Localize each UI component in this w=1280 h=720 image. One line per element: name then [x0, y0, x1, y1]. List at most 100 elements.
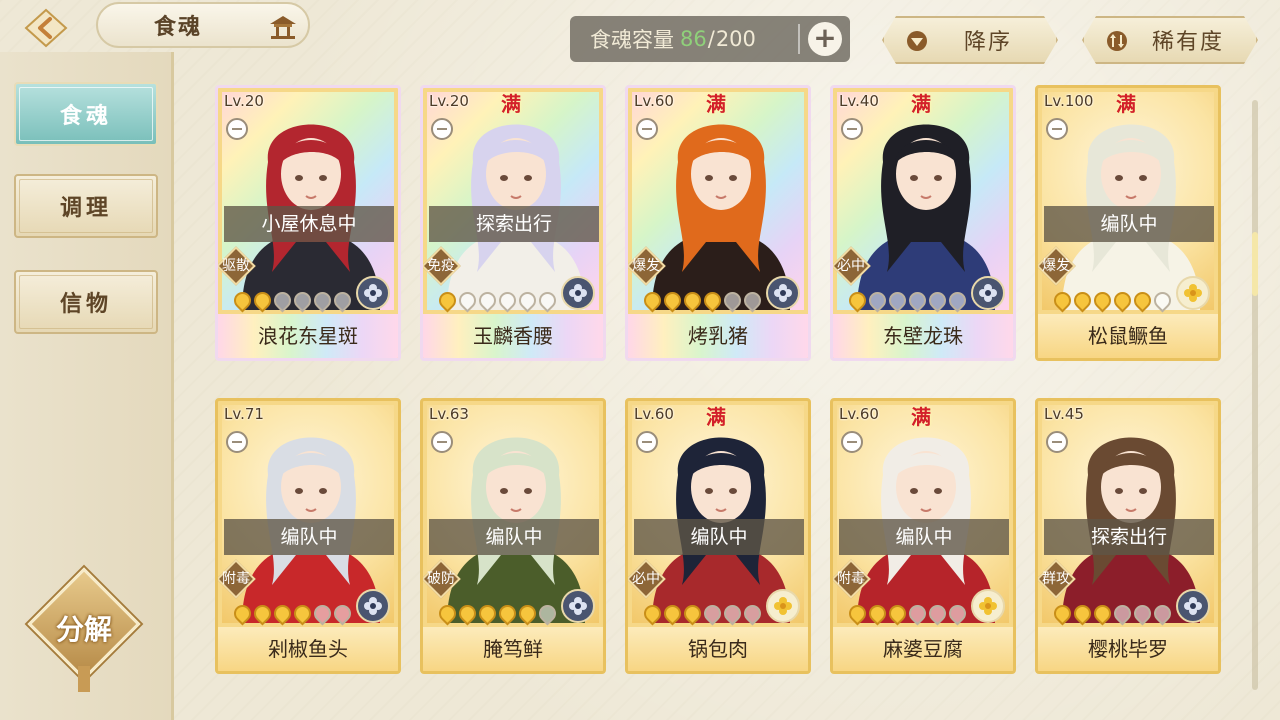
- star-icon: [945, 288, 970, 313]
- food-soul-card[interactable]: Lv.60 满爆发 烤乳猪: [625, 85, 811, 361]
- star-rating: [230, 601, 355, 626]
- scrollbar-track[interactable]: [1252, 100, 1258, 690]
- page-title: 食魂: [154, 14, 203, 40]
- max-badge: 满: [700, 90, 732, 122]
- back-button[interactable]: [18, 6, 74, 50]
- lock-icon[interactable]: [636, 431, 658, 453]
- skill-tag: 破防: [423, 559, 461, 599]
- star-icon: [865, 601, 890, 626]
- food-soul-card[interactable]: Lv.45 探索出行 群攻 樱桃毕罗: [1035, 398, 1221, 674]
- capacity-separator: /: [707, 27, 715, 51]
- level-label: Lv.20: [224, 92, 264, 110]
- food-soul-card[interactable]: Lv.60 满编队中 必中 锅包肉: [625, 398, 811, 674]
- pavilion-icon[interactable]: [268, 14, 298, 40]
- sort-order-label: 降序: [963, 30, 1012, 55]
- lock-icon[interactable]: [226, 118, 248, 140]
- tab-food-souls[interactable]: 食魂: [14, 82, 158, 146]
- food-soul-card[interactable]: Lv.20 小屋休息中 驱散 浪花东星斑: [215, 85, 401, 361]
- star-icon: [270, 288, 295, 313]
- element-flower-icon: [971, 589, 1005, 623]
- level-label: Lv.60: [634, 92, 674, 110]
- star-rating: [845, 288, 970, 313]
- food-soul-card[interactable]: Lv.71 编队中 附毒 剁椒鱼头: [215, 398, 401, 674]
- decompose-button[interactable]: 分解: [27, 567, 141, 692]
- star-icon: [475, 601, 500, 626]
- element-flower-icon: [356, 589, 390, 623]
- star-icon: [455, 601, 480, 626]
- level-label: Lv.100: [1044, 92, 1094, 110]
- star-icon: [495, 601, 520, 626]
- capacity-max: 200: [715, 27, 756, 51]
- food-soul-card[interactable]: Lv.20 满探索出行 免疫 玉麟香腰: [420, 85, 606, 361]
- star-icon: [330, 288, 355, 313]
- status-banner: 编队中: [634, 519, 804, 555]
- skill-tag: 驱散: [218, 246, 256, 286]
- sort-rarity-button[interactable]: 稀有度: [1082, 16, 1258, 64]
- element-flower-icon: [561, 276, 595, 310]
- lock-icon[interactable]: [636, 118, 658, 140]
- tab-tokens[interactable]: 信物: [14, 270, 158, 334]
- star-icon: [310, 601, 335, 626]
- status-banner: 探索出行: [1044, 519, 1214, 555]
- food-soul-card[interactable]: Lv.100 满编队中 爆发 松鼠鳜鱼: [1035, 85, 1221, 361]
- star-icon: [435, 288, 460, 313]
- star-icon: [945, 601, 970, 626]
- level-label: Lv.45: [1044, 405, 1084, 423]
- skill-tag-label: 必中: [632, 571, 660, 587]
- status-banner: 编队中: [839, 519, 1009, 555]
- star-icon: [495, 288, 520, 313]
- skill-tag-label: 免疫: [427, 258, 455, 274]
- star-icon: [1090, 601, 1115, 626]
- star-icon: [905, 601, 930, 626]
- star-icon: [1150, 601, 1175, 626]
- skill-tag-label: 驱散: [222, 258, 250, 274]
- star-icon: [680, 288, 705, 313]
- food-soul-name: 剁椒鱼头: [268, 637, 348, 661]
- food-soul-card[interactable]: Lv.63 编队中 破防 腌笃鲜: [420, 398, 606, 674]
- star-icon: [720, 601, 745, 626]
- element-flower-icon: [1176, 589, 1210, 623]
- star-icon: [515, 601, 540, 626]
- lock-icon[interactable]: [431, 431, 453, 453]
- star-icon: [270, 601, 295, 626]
- scrollbar-thumb[interactable]: [1252, 232, 1258, 296]
- star-icon: [1110, 601, 1135, 626]
- tab-label: 食魂: [59, 103, 112, 129]
- star-icon: [250, 288, 275, 313]
- lock-icon[interactable]: [226, 431, 248, 453]
- star-icon: [455, 288, 480, 313]
- star-icon: [700, 601, 725, 626]
- skill-tag: 附毒: [833, 559, 871, 599]
- star-icon: [1110, 288, 1135, 313]
- capacity-display: 食魂容量 86 / 200 +: [570, 16, 850, 62]
- lock-icon[interactable]: [1046, 118, 1068, 140]
- sort-order-button[interactable]: 降序: [882, 16, 1058, 64]
- skill-tag-label: 附毒: [837, 571, 865, 587]
- star-icon: [435, 601, 460, 626]
- status-banner: 探索出行: [429, 206, 599, 242]
- food-soul-name: 麻婆豆腐: [883, 637, 963, 661]
- lock-icon[interactable]: [841, 431, 863, 453]
- element-flower-icon: [971, 276, 1005, 310]
- status-banner: 小屋休息中: [224, 206, 394, 242]
- food-soul-card[interactable]: Lv.40 满必中 东壁龙珠: [830, 85, 1016, 361]
- max-badge: 满: [700, 403, 732, 435]
- skill-tag: 爆发: [1038, 246, 1076, 286]
- food-soul-name: 烤乳猪: [688, 324, 748, 348]
- lock-icon[interactable]: [431, 118, 453, 140]
- star-icon: [475, 288, 500, 313]
- lock-icon[interactable]: [1046, 431, 1068, 453]
- max-badge: 满: [495, 90, 527, 122]
- star-icon: [700, 288, 725, 313]
- skill-tag-label: 破防: [427, 571, 455, 587]
- expand-capacity-button[interactable]: +: [808, 22, 842, 56]
- lock-icon[interactable]: [841, 118, 863, 140]
- skill-tag-label: 附毒: [222, 571, 250, 587]
- star-icon: [535, 288, 560, 313]
- decompose-label: 分解: [55, 613, 112, 646]
- food-soul-card[interactable]: Lv.60 满编队中 附毒 麻婆豆腐: [830, 398, 1016, 674]
- food-soul-name: 樱桃毕罗: [1088, 637, 1168, 661]
- tab-conditioning[interactable]: 调理: [14, 174, 158, 238]
- star-icon: [1070, 601, 1095, 626]
- status-banner: 编队中: [224, 519, 394, 555]
